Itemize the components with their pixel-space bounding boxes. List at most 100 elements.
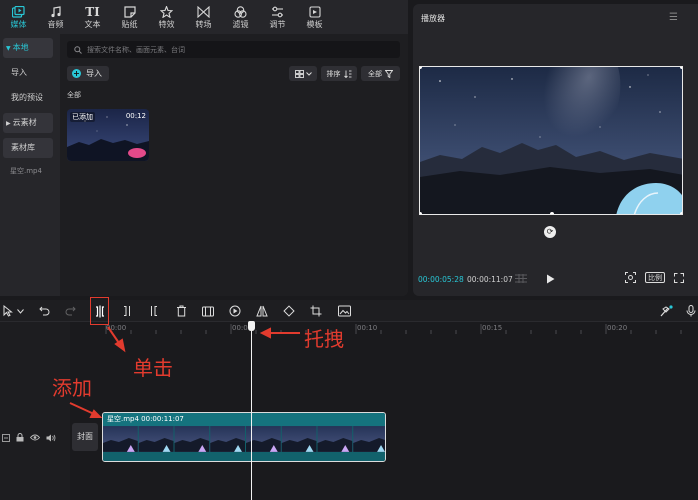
track-controls (2, 433, 56, 442)
top-tabs: 媒体 音频 TI 文本 贴纸 特效 转场 滤镜 调节 模板 (0, 0, 408, 34)
crop-icon[interactable] (309, 304, 323, 318)
ruler-label-2: 00:10 (357, 324, 378, 332)
play-icon[interactable] (546, 274, 555, 284)
search-bar[interactable] (67, 41, 400, 58)
tab-audio-label: 音频 (47, 19, 64, 29)
tab-template[interactable]: 模板 (296, 0, 333, 34)
text-icon-glyph: TI (85, 4, 100, 19)
player-panel: 播放器 ☰ ⟳ 00:00:05:28 00:00:11:07 比例 (413, 4, 698, 296)
fullscreen-icon[interactable] (674, 272, 684, 283)
tab-filter-label: 滤镜 (232, 19, 249, 29)
nav-item-cloud-label: 云素材 (12, 118, 37, 127)
clip-frame-thumbnail (317, 426, 353, 452)
media-content: + 导入 排序 全部 全部 已添加 00:12 (60, 34, 408, 296)
tab-text-label: 文本 (84, 19, 101, 29)
video-preview[interactable] (419, 66, 683, 215)
current-time: 00:00:05:28 (418, 275, 464, 284)
import-button[interactable]: + 导入 (67, 66, 109, 81)
clip-frame-thumbnail (353, 426, 385, 452)
lock-icon[interactable] (16, 433, 24, 442)
nav-item-library-label: 素材库 (11, 143, 35, 152)
delete-icon[interactable] (174, 304, 188, 318)
playhead-handle[interactable] (248, 321, 255, 331)
snapshot-icon[interactable] (625, 272, 636, 283)
image-adjust-icon[interactable] (337, 304, 351, 318)
ruler-label-4: 00:20 (607, 324, 628, 332)
timeline-grid-icon[interactable] (515, 274, 527, 283)
rotate-tool-icon[interactable] (282, 304, 296, 318)
speaker-icon[interactable] (46, 434, 56, 442)
nav-item-local[interactable]: ▼ 本地 (3, 38, 53, 58)
clip-duration: 00:12 (125, 112, 146, 120)
chevron-down-icon[interactable] (13, 304, 27, 318)
track-collapse-icon[interactable] (2, 433, 10, 442)
section-title: 全部 (67, 91, 81, 99)
effects-icon (160, 5, 174, 19)
tab-text[interactable]: TI 文本 (74, 0, 111, 34)
chevron-down-icon (305, 71, 312, 76)
tab-transition[interactable]: 转场 (185, 0, 222, 34)
microphone-icon[interactable] (684, 304, 698, 318)
filter-icon (234, 5, 248, 19)
grid-view-icon (294, 69, 304, 78)
tab-adjust[interactable]: 调节 (259, 0, 296, 34)
adjust-icon (271, 5, 285, 19)
tab-effects-label: 特效 (158, 19, 175, 29)
annotation-click: 单击 (133, 356, 173, 380)
search-input[interactable] (87, 45, 387, 54)
nav-item-presets-label: 我的预设 (11, 93, 43, 102)
media-panel: 媒体 音频 TI 文本 贴纸 特效 转场 滤镜 调节 模板 ▼ 本地 导入 我的… (0, 0, 408, 296)
resize-handle-tr[interactable] (680, 67, 682, 69)
ruler-label-0: 00:00 (106, 324, 127, 332)
playhead[interactable] (251, 322, 252, 500)
magic-wand-icon[interactable] (659, 304, 673, 318)
rotate-icon[interactable]: ⟳ (544, 226, 556, 238)
mirror-icon[interactable] (255, 304, 269, 318)
sort-button[interactable]: 排序 (321, 66, 357, 81)
redo-icon[interactable] (63, 304, 77, 318)
tab-filter[interactable]: 滤镜 (222, 0, 259, 34)
left-nav: ▼ 本地 导入 我的预设 ▶ 云素材 素材库 (0, 38, 58, 163)
search-icon (74, 45, 82, 54)
media-clip-card[interactable]: 已添加 00:12 (67, 109, 149, 161)
nav-item-presets[interactable]: 我的预设 (3, 88, 53, 108)
nav-item-cloud[interactable]: ▶ 云素材 (3, 113, 53, 133)
nav-item-local-label: 本地 (12, 43, 29, 52)
view-mode-button[interactable] (289, 66, 317, 81)
split-right-icon[interactable] (146, 304, 160, 318)
ruler-label-3: 00:15 (482, 324, 503, 332)
resize-handle-br[interactable] (680, 212, 682, 214)
tab-adjust-label: 调节 (269, 19, 286, 29)
resize-handle-bl[interactable] (420, 212, 422, 214)
filter-all-button[interactable]: 全部 (361, 66, 400, 81)
reverse-play-icon[interactable] (228, 304, 242, 318)
tab-effects[interactable]: 特效 (148, 0, 185, 34)
text-icon: TI (85, 4, 100, 19)
tab-media-label: 媒体 (10, 19, 27, 29)
tab-audio[interactable]: 音频 (37, 0, 74, 34)
transition-icon (197, 5, 211, 19)
total-time: 00:00:11:07 (467, 275, 513, 284)
nav-item-library[interactable]: 素材库 (3, 138, 53, 158)
eye-icon[interactable] (30, 434, 40, 441)
resize-handle-bottom[interactable] (550, 212, 554, 214)
undo-icon[interactable] (37, 304, 51, 318)
cover-button[interactable]: 封面 (72, 423, 98, 451)
clip-frame-thumbnail (138, 426, 174, 452)
split-left-icon[interactable] (120, 304, 134, 318)
menu-icon[interactable]: ☰ (669, 12, 678, 23)
clip-frame-thumbnail (103, 426, 138, 452)
clip-frame-thumbnail (281, 426, 317, 452)
nav-item-import[interactable]: 导入 (3, 63, 53, 83)
tab-sticker[interactable]: 贴纸 (111, 0, 148, 34)
ratio-button[interactable]: 比例 (645, 272, 665, 283)
timeline-clip-frames (103, 426, 385, 452)
tab-media[interactable]: 媒体 (0, 0, 37, 34)
tab-sticker-label: 贴纸 (121, 19, 138, 29)
annotation-add: 添加 (52, 376, 92, 400)
timeline-clip[interactable]: 星空.mp4 00:00:11:07 (102, 412, 386, 462)
annotation-drag: 托拽 (304, 327, 344, 351)
filter-funnel-icon (385, 69, 393, 78)
freeze-frame-icon[interactable] (201, 304, 215, 318)
tab-template-label: 模板 (306, 19, 323, 29)
